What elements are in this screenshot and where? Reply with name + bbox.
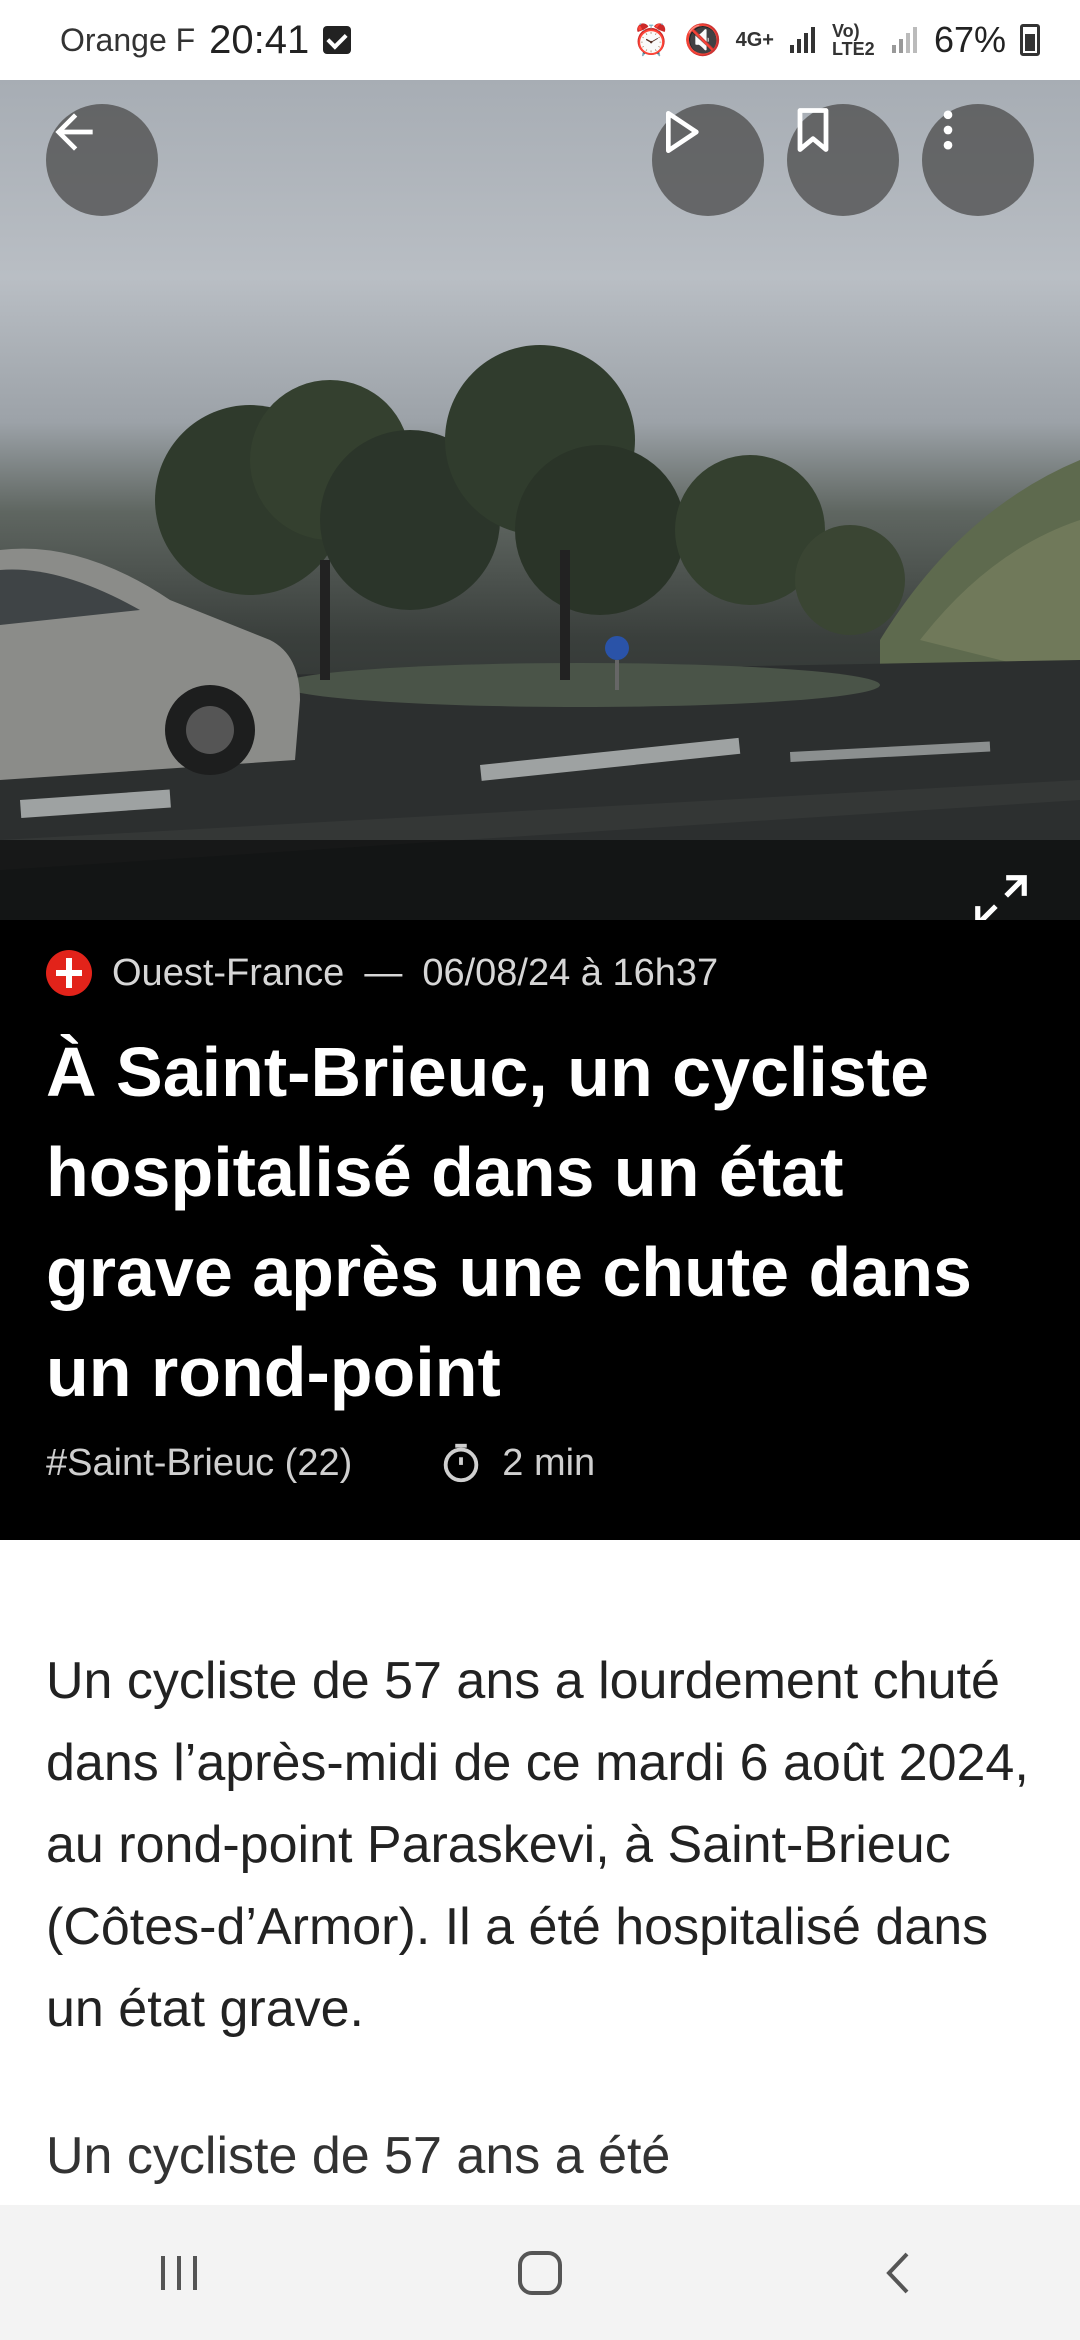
article-body: Un cycliste de 57 ans a lourdement chuté… bbox=[0, 1540, 1080, 2205]
timer-icon bbox=[444, 1443, 479, 1483]
recent-apps-button[interactable] bbox=[120, 2223, 240, 2323]
hero-photo bbox=[0, 345, 1080, 980]
back-nav-button[interactable] bbox=[840, 2223, 960, 2323]
back-button[interactable] bbox=[46, 104, 158, 216]
carrier-label: Orange F bbox=[60, 21, 196, 58]
back-chevron-icon bbox=[886, 2252, 909, 2293]
play-audio-button[interactable] bbox=[652, 104, 764, 216]
play-icon bbox=[666, 111, 699, 154]
article-title: À Saint-Brieuc, un cycliste hospitalisé … bbox=[46, 1033, 972, 1411]
recent-apps-icon bbox=[161, 2255, 197, 2290]
article-paragraph: Un cycliste de 57 ans a été bbox=[46, 2127, 671, 2185]
network-type: 4G+ bbox=[735, 28, 774, 51]
read-time: 2 min bbox=[438, 1440, 595, 1486]
status-bar: Orange F 20:41 ⏰ 🔇 4G+ Vo) LTE2 67% bbox=[0, 0, 1080, 80]
bookmark-button[interactable] bbox=[787, 104, 899, 216]
battery-icon bbox=[1020, 24, 1040, 56]
bookmark-icon bbox=[797, 108, 829, 152]
alarm-icon: ⏰ bbox=[632, 23, 671, 57]
volte-label: Vo) LTE2 bbox=[831, 21, 875, 59]
meta-row: #Saint-Brieuc (22) 2 min bbox=[46, 1440, 595, 1486]
status-left: Orange F 20:41 bbox=[60, 17, 352, 63]
system-nav-bar bbox=[0, 2205, 1080, 2340]
more-options-button[interactable] bbox=[922, 104, 1034, 216]
battery-percent: 67% bbox=[933, 19, 1006, 60]
ouest-france-logo-icon bbox=[46, 950, 92, 996]
tag-link[interactable]: #Saint-Brieuc (22) bbox=[46, 1442, 352, 1485]
article-header: Ouest-France — 06/08/24 à 16h37 À Saint-… bbox=[0, 920, 1080, 1540]
home-button[interactable] bbox=[480, 2223, 600, 2323]
source-row: Ouest-France — 06/08/24 à 16h37 bbox=[46, 950, 718, 996]
home-icon bbox=[518, 2250, 562, 2295]
read-time-label: 2 min bbox=[502, 1441, 596, 1484]
mute-icon: 🔇 bbox=[684, 23, 722, 57]
article-lead: Un cycliste de 57 ans a lourdement chuté… bbox=[46, 1652, 1029, 2038]
separator: — bbox=[364, 951, 403, 994]
source-name[interactable]: Ouest-France bbox=[112, 952, 344, 995]
publish-date: 06/08/24 à 16h37 bbox=[422, 951, 719, 994]
arrow-left-icon bbox=[55, 113, 93, 151]
status-right: ⏰ 🔇 4G+ Vo) LTE2 67% bbox=[633, 19, 1040, 61]
more-vertical-icon bbox=[943, 110, 953, 150]
signal-icon bbox=[789, 27, 815, 53]
checkbox-notification-icon bbox=[323, 26, 352, 54]
clock: 20:41 bbox=[209, 17, 310, 62]
hero-image bbox=[0, 80, 1080, 980]
signal-2-icon bbox=[891, 27, 917, 53]
